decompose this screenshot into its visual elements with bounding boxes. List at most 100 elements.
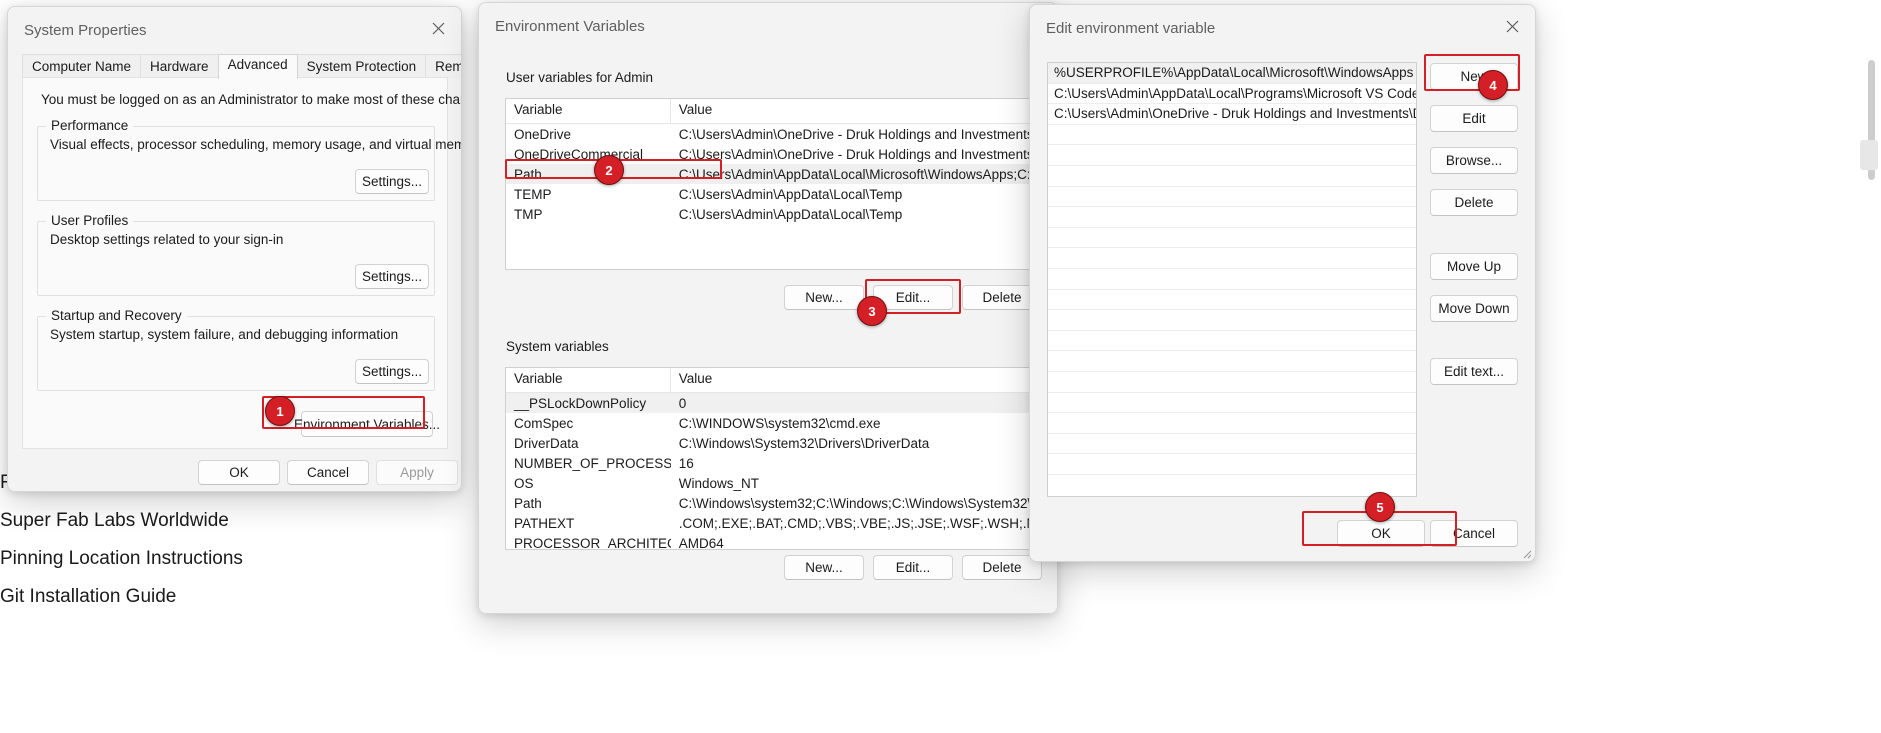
tab-hardware[interactable]: Hardware: [140, 54, 219, 79]
table-row[interactable]: OneDriveCommercial C:\Users\Admin\OneDri…: [506, 144, 1050, 164]
edit-environment-variable-dialog: Edit environment variable %USERPROFILE%\…: [1029, 4, 1536, 562]
system-variables-list[interactable]: Variable Value __PSLockDownPolicy 0 ComS…: [505, 367, 1051, 550]
list-item-empty[interactable]: [1048, 187, 1416, 208]
list-item-empty[interactable]: [1048, 351, 1416, 372]
system-properties-ok-button[interactable]: OK: [198, 460, 280, 485]
edit-dialog-edit-text-button[interactable]: Edit text...: [1430, 358, 1518, 385]
table-row[interactable]: ComSpec C:\WINDOWS\system32\cmd.exe: [506, 413, 1050, 433]
resize-grip-icon[interactable]: [1520, 546, 1532, 559]
tab-advanced[interactable]: Advanced: [217, 54, 298, 79]
edit-dialog-browse-button[interactable]: Browse...: [1430, 147, 1518, 174]
table-row[interactable]: TEMP C:\Users\Admin\AppData\Local\Temp: [506, 184, 1050, 204]
column-header-value: Value: [678, 371, 713, 386]
list-item-empty[interactable]: [1048, 413, 1416, 434]
edit-dialog-cancel-button[interactable]: Cancel: [1430, 520, 1518, 547]
table-row[interactable]: DriverData C:\Windows\System32\Drivers\D…: [506, 433, 1050, 453]
system-variables-edit-button[interactable]: Edit...: [873, 555, 953, 580]
startup-recovery-settings-button[interactable]: Settings...: [355, 359, 429, 384]
list-item-empty[interactable]: [1048, 166, 1416, 187]
screen: Raster to Vector Images Super Fab Labs W…: [0, 0, 1881, 733]
system-properties-titlebar: System Properties: [8, 7, 461, 53]
user-variables-list[interactable]: Variable Value OneDrive C:\Users\Admin\O…: [505, 98, 1051, 270]
startup-recovery-group-label: Startup and Recovery: [46, 308, 187, 323]
annotation-badge-1: 1: [265, 396, 295, 426]
tab-system-protection[interactable]: System Protection: [296, 54, 427, 79]
edit-dialog-move-down-button[interactable]: Move Down: [1430, 295, 1518, 322]
column-header-value: Value: [678, 102, 713, 117]
user-profiles-group: User Profiles Desktop settings related t…: [37, 213, 435, 296]
table-row[interactable]: NUMBER_OF_PROCESSORS 16: [506, 453, 1050, 473]
tab-computer-name[interactable]: Computer Name: [22, 54, 142, 79]
close-icon[interactable]: [415, 7, 461, 49]
annotation-badge-2: 2: [594, 155, 624, 185]
system-variables-new-button[interactable]: New...: [784, 555, 864, 580]
list-item[interactable]: C:\Users\Admin\OneDrive - Druk Holdings …: [1048, 104, 1416, 125]
user-profiles-settings-button[interactable]: Settings...: [355, 264, 429, 289]
variable-value: C:\Users\Admin\AppData\Local\Microsoft\W…: [678, 166, 1046, 182]
variable-name: __PSLockDownPolicy: [514, 395, 647, 411]
variable-name: Path: [514, 495, 542, 511]
list-item-empty[interactable]: [1048, 248, 1416, 269]
list-item-empty[interactable]: [1048, 331, 1416, 352]
background-link-2[interactable]: Pinning Location Instructions: [0, 548, 243, 570]
user-variables-label: User variables for Admin: [501, 70, 659, 85]
variable-value: 0: [678, 395, 687, 411]
table-row[interactable]: OneDrive C:\Users\Admin\OneDrive - Druk …: [506, 124, 1050, 144]
variable-value: C:\WINDOWS\system32\cmd.exe: [678, 415, 881, 431]
list-item-empty[interactable]: [1048, 372, 1416, 393]
edit-dialog-delete-button[interactable]: Delete: [1430, 189, 1518, 216]
background-link-3[interactable]: Git Installation Guide: [0, 586, 176, 608]
user-variables-header: Variable Value: [506, 99, 1050, 124]
background-link-1[interactable]: Super Fab Labs Worldwide: [0, 510, 229, 532]
path-entries-list[interactable]: %USERPROFILE%\AppData\Local\Microsoft\Wi…: [1047, 62, 1417, 497]
variable-value: 16: [678, 455, 694, 471]
performance-settings-button[interactable]: Settings...: [355, 169, 429, 194]
performance-description: Visual effects, processor scheduling, me…: [50, 137, 462, 152]
system-properties-tabs: Computer Name Hardware Advanced System P…: [22, 53, 461, 79]
list-item-empty[interactable]: [1048, 125, 1416, 146]
variable-name: NUMBER_OF_PROCESSORS: [514, 455, 671, 471]
user-variables-new-button[interactable]: New...: [784, 285, 864, 310]
table-row[interactable]: __PSLockDownPolicy 0: [506, 393, 1050, 413]
environment-variables-title: Environment Variables: [495, 17, 645, 35]
user-variable-path-row[interactable]: Path C:\Users\Admin\AppData\Local\Micros…: [506, 164, 1050, 184]
environment-variables-titlebar: Environment Variables: [479, 3, 1057, 49]
environment-variables-body: User variables for Admin Variable Value …: [479, 47, 1057, 613]
list-item-empty[interactable]: [1048, 454, 1416, 475]
close-icon[interactable]: [1489, 5, 1535, 47]
list-item[interactable]: C:\Users\Admin\AppData\Local\Programs\Mi…: [1048, 84, 1416, 105]
edge-chip: [1860, 140, 1878, 170]
table-row[interactable]: PATHEXT .COM;.EXE;.BAT;.CMD;.VBS;.VBE;.J…: [506, 513, 1050, 533]
list-item-empty[interactable]: [1048, 290, 1416, 311]
edit-dialog-ok-button[interactable]: OK: [1337, 520, 1425, 547]
table-row[interactable]: OS Windows_NT: [506, 473, 1050, 493]
table-row[interactable]: PROCESSOR_ARCHITECTU... AMD64: [506, 533, 1050, 550]
table-row[interactable]: Path C:\Windows\system32;C:\Windows;C:\W…: [506, 493, 1050, 513]
list-item-empty[interactable]: [1048, 393, 1416, 414]
list-item-empty[interactable]: [1048, 207, 1416, 228]
list-item[interactable]: %USERPROFILE%\AppData\Local\Microsoft\Wi…: [1048, 63, 1416, 84]
list-item-empty[interactable]: [1048, 145, 1416, 166]
list-item-empty[interactable]: [1048, 228, 1416, 249]
environment-variables-dialog: Environment Variables User variables for…: [478, 2, 1058, 614]
column-header-variable: Variable: [506, 99, 671, 123]
list-item-empty[interactable]: [1048, 269, 1416, 290]
variable-value: C:\Users\Admin\AppData\Local\Temp: [678, 206, 903, 222]
edit-dialog-edit-button[interactable]: Edit: [1430, 105, 1518, 132]
environment-variables-button[interactable]: Environment Variables...: [294, 411, 440, 437]
user-profiles-description: Desktop settings related to your sign-in: [50, 232, 284, 247]
edit-dialog-move-up-button[interactable]: Move Up: [1430, 253, 1518, 280]
variable-value: C:\Users\Admin\OneDrive - Druk Holdings …: [678, 126, 1034, 142]
variable-value: C:\Windows\system32;C:\Windows;C:\Window…: [678, 495, 1050, 511]
system-variables-header: Variable Value: [506, 368, 1050, 393]
system-properties-cancel-button[interactable]: Cancel: [287, 460, 369, 485]
edit-env-body: %USERPROFILE%\AppData\Local\Microsoft\Wi…: [1030, 49, 1535, 561]
list-item-empty[interactable]: [1048, 434, 1416, 455]
table-row[interactable]: TMP C:\Users\Admin\AppData\Local\Temp: [506, 204, 1050, 224]
list-item-empty[interactable]: [1048, 310, 1416, 331]
tab-remote[interactable]: Remote: [425, 54, 461, 79]
performance-group: Performance Visual effects, processor sc…: [37, 118, 461, 201]
variable-name: TMP: [514, 206, 543, 222]
variable-name: OS: [514, 475, 534, 491]
variable-name: TEMP: [514, 186, 552, 202]
